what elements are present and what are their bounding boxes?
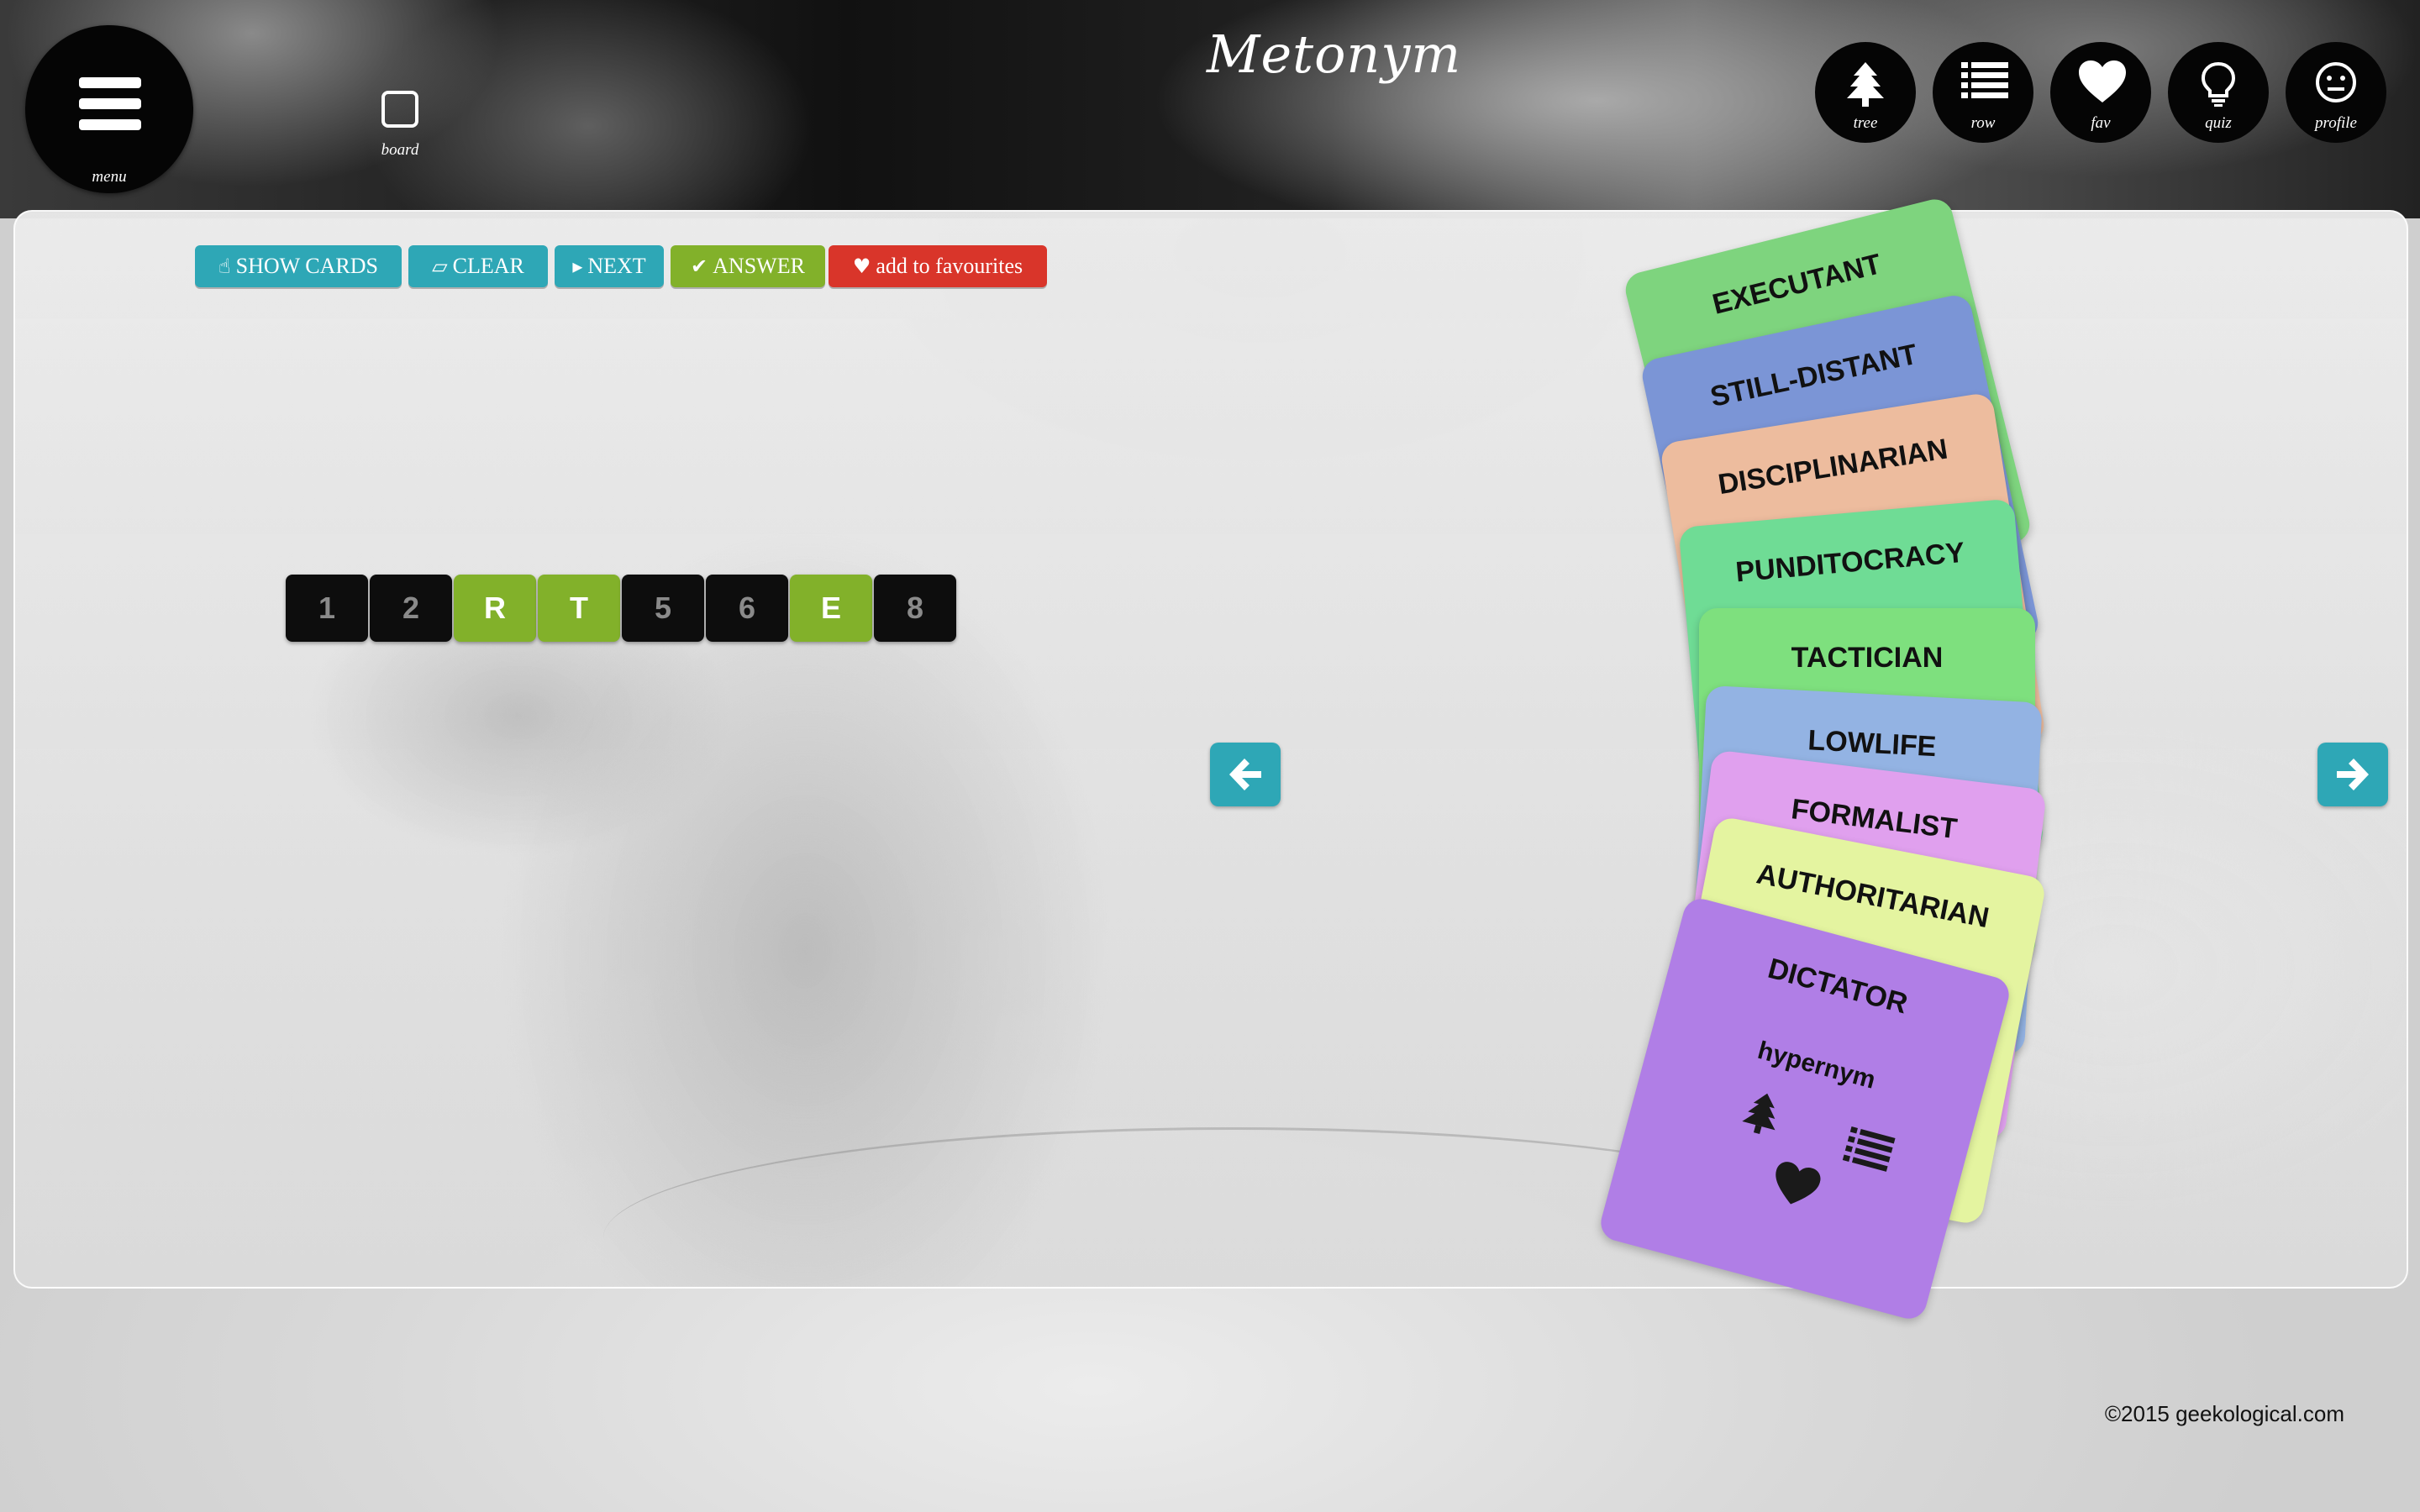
answer-label: ANSWER [713, 254, 805, 278]
heart-icon: ♥ [852, 255, 871, 278]
list-icon [1961, 62, 2008, 98]
clear-button[interactable]: ▱ CLEAR [408, 245, 548, 287]
menu-label: menu [92, 168, 127, 186]
show-cards-label: SHOW CARDS [235, 254, 378, 278]
add-to-favourites-button[interactable]: ♥ add to favourites [829, 245, 1047, 287]
card-word: DISCIPLINARIAN [1716, 433, 1950, 501]
letter-slot[interactable]: 1 [286, 575, 368, 642]
letter-slot[interactable]: 8 [874, 575, 956, 642]
heart-icon[interactable] [1768, 1159, 1823, 1211]
next-arrow-button[interactable] [2317, 743, 2388, 806]
nav-row-button[interactable]: row [1933, 42, 2033, 143]
copyright: ©2015 geekological.com [2104, 1401, 2344, 1426]
eraser-icon: ▱ [432, 255, 448, 278]
letter-slot[interactable]: E [790, 575, 872, 642]
board-label: board [381, 141, 419, 159]
letter-slot[interactable]: 6 [706, 575, 788, 642]
letter-slot[interactable]: 5 [622, 575, 704, 642]
heart-icon [2079, 60, 2126, 102]
app-logo: Metonym [1207, 24, 1462, 85]
menu-button[interactable]: menu [25, 25, 193, 193]
list-icon[interactable] [1840, 1125, 1897, 1178]
clear-label: CLEAR [452, 254, 524, 278]
nav-tree-button[interactable]: tree [1815, 42, 1916, 143]
nav-tree-label: tree [1853, 114, 1878, 132]
letter-slot[interactable]: 2 [370, 575, 452, 642]
nav-fav-label: fav [2091, 114, 2111, 132]
show-cards-button[interactable]: ☝ SHOW CARDS [195, 245, 402, 287]
previous-arrow-button[interactable] [1210, 743, 1281, 806]
next-label: NEXT [587, 254, 646, 278]
letter-slot[interactable]: R [454, 575, 536, 642]
pointer-hand-icon: ☝ [218, 255, 231, 278]
caret-right-icon: ▸ [572, 255, 583, 278]
board-button[interactable]: board [366, 87, 434, 163]
favourites-label: add to favourites [876, 254, 1023, 278]
nav-quiz-button[interactable]: quiz [2168, 42, 2269, 143]
arrow-left-icon [1229, 759, 1261, 790]
arrow-right-icon [2337, 759, 2369, 790]
lightbulb-icon [2201, 61, 2236, 107]
letter-slot[interactable]: T [538, 575, 620, 642]
next-button[interactable]: ▸ NEXT [555, 245, 664, 287]
check-circle-icon: ✔ [691, 255, 708, 278]
hamburger-icon [79, 77, 141, 140]
nav-row-label: row [1970, 114, 1996, 132]
tree-icon[interactable] [1737, 1085, 1788, 1142]
answer-button[interactable]: ✔ ANSWER [671, 245, 825, 287]
nav-quiz-label: quiz [2205, 114, 2232, 132]
card-word: TACTICIAN [1791, 642, 1944, 674]
smiley-icon [2316, 62, 2356, 102]
card-word: PUNDITOCRACY [1734, 536, 1966, 589]
nav-profile-label: profile [2315, 114, 2357, 132]
nav-profile-button[interactable]: profile [2286, 42, 2386, 143]
nav-fav-button[interactable]: fav [2050, 42, 2151, 143]
square-icon [381, 91, 418, 128]
tree-icon [1847, 62, 1884, 107]
